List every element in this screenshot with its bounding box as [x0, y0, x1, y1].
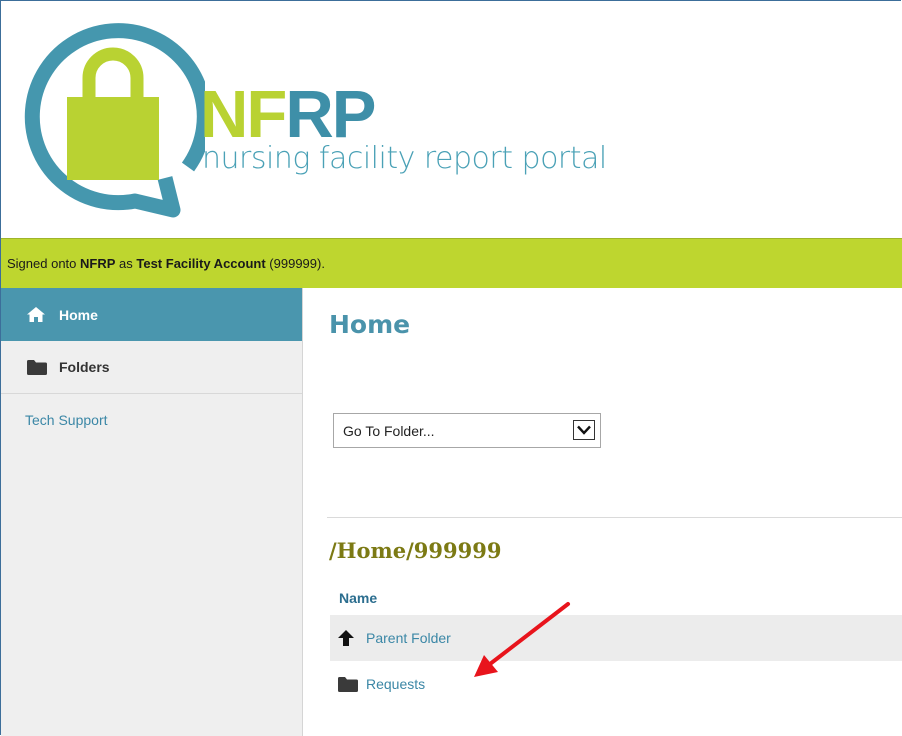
sidebar-item-label: Folders: [59, 359, 110, 375]
status-account-id: (999999).: [265, 256, 325, 271]
section-divider: [327, 517, 902, 518]
sidebar-item-home[interactable]: Home: [1, 288, 302, 341]
parent-folder-link[interactable]: Parent Folder: [366, 630, 451, 646]
requests-folder-link[interactable]: Requests: [366, 676, 425, 692]
go-to-folder-value: Go To Folder...: [343, 422, 435, 439]
arrow-up-icon: [338, 630, 360, 646]
go-to-folder-select[interactable]: Go To Folder...: [333, 413, 601, 448]
header: NFRP nursing facility report portal: [1, 1, 901, 238]
column-header-name: Name: [339, 590, 378, 606]
status-prefix: Signed onto: [7, 256, 81, 271]
sidebar: Home Folders Tech Support: [1, 288, 303, 736]
logo-lock-bubble-icon: [24, 23, 205, 218]
annotation-arrow-icon: [474, 602, 570, 677]
home-icon: [27, 307, 49, 322]
status-account: Test Facility Account: [136, 256, 266, 271]
table-row-parent-folder[interactable]: Parent Folder: [330, 615, 902, 661]
tech-support-link[interactable]: Tech Support: [1, 394, 302, 428]
status-middle: as: [115, 256, 137, 271]
logo-tagline: nursing facility report portal: [202, 141, 607, 176]
sidebar-item-folders[interactable]: Folders: [1, 341, 302, 394]
signed-in-status-bar: Signed onto NFRP as Test Facility Accoun…: [1, 238, 902, 288]
folder-icon: [338, 676, 360, 692]
table-row-requests[interactable]: Requests: [330, 661, 902, 707]
folder-path-title: /Home/999999: [329, 538, 502, 563]
status-app: NFRP: [80, 256, 116, 271]
main-content: Home Go To Folder... /Home/999999 Name P…: [303, 288, 902, 736]
sidebar-item-label: Home: [59, 306, 98, 323]
folder-icon: [27, 359, 49, 375]
logo-wordmark: NFRP: [200, 81, 376, 148]
page-title: Home: [329, 310, 411, 339]
chevron-down-icon[interactable]: [573, 420, 595, 440]
